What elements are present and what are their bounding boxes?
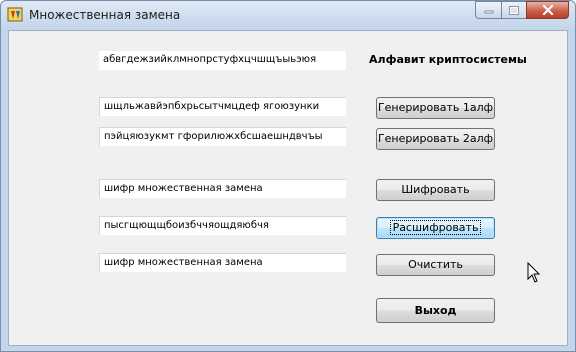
generate-alphabet1-label: Генерировать 1алф (377, 101, 494, 114)
alphabet2-field[interactable]: пэйцяюзукмт гфорилюжхбсшаешндвчъы (99, 127, 346, 146)
minimize-button[interactable] (475, 1, 501, 19)
clear-label: Очистить (408, 258, 463, 271)
decrypted-field[interactable]: шифр множественная замена (99, 253, 346, 272)
app-icon (7, 7, 23, 22)
generate-alphabet1-button[interactable]: Генерировать 1алф (376, 97, 495, 119)
decrypt-button[interactable]: Расшифровать (376, 217, 495, 239)
alphabet1-field[interactable]: шщльжавйэпбхрьсытчмцдеф ягоюзунки (99, 97, 346, 116)
maximize-button[interactable] (501, 1, 526, 19)
maximize-icon (509, 5, 519, 15)
clear-button[interactable]: Очистить (376, 254, 495, 276)
exit-button[interactable]: Выход (376, 298, 495, 323)
window-controls (475, 1, 569, 19)
close-icon (542, 5, 553, 15)
decrypt-label: Расшифровать (389, 220, 482, 235)
client-area: абвгдежзийклмнопрстуфхцчшщъыьэюя Алфавит… (8, 30, 568, 346)
alphabet-field[interactable]: абвгдежзийклмнопрстуфхцчшщъыьэюя (99, 51, 346, 70)
generate-alphabet2-button[interactable]: Генерировать 2алф (376, 128, 495, 150)
app-window: Множественная замена абвгдежзийклмнопрст… (0, 0, 576, 352)
mouse-cursor-icon (527, 262, 541, 283)
title-bar[interactable]: Множественная замена (1, 1, 575, 30)
close-button[interactable] (526, 1, 569, 19)
encrypt-label: Шифровать (401, 183, 470, 196)
window-title: Множественная замена (29, 8, 181, 22)
ciphertext-field[interactable]: пысгщющщбоизбччяощдяюбчя (99, 216, 346, 235)
alphabet-label: Алфавит криптосистемы (369, 53, 527, 66)
generate-alphabet2-label: Генерировать 2алф (377, 132, 494, 145)
encrypt-button[interactable]: Шифровать (376, 179, 495, 201)
exit-label: Выход (414, 304, 457, 317)
plaintext-field[interactable]: шифр множественная замена (99, 179, 346, 198)
minimize-icon (484, 10, 493, 14)
